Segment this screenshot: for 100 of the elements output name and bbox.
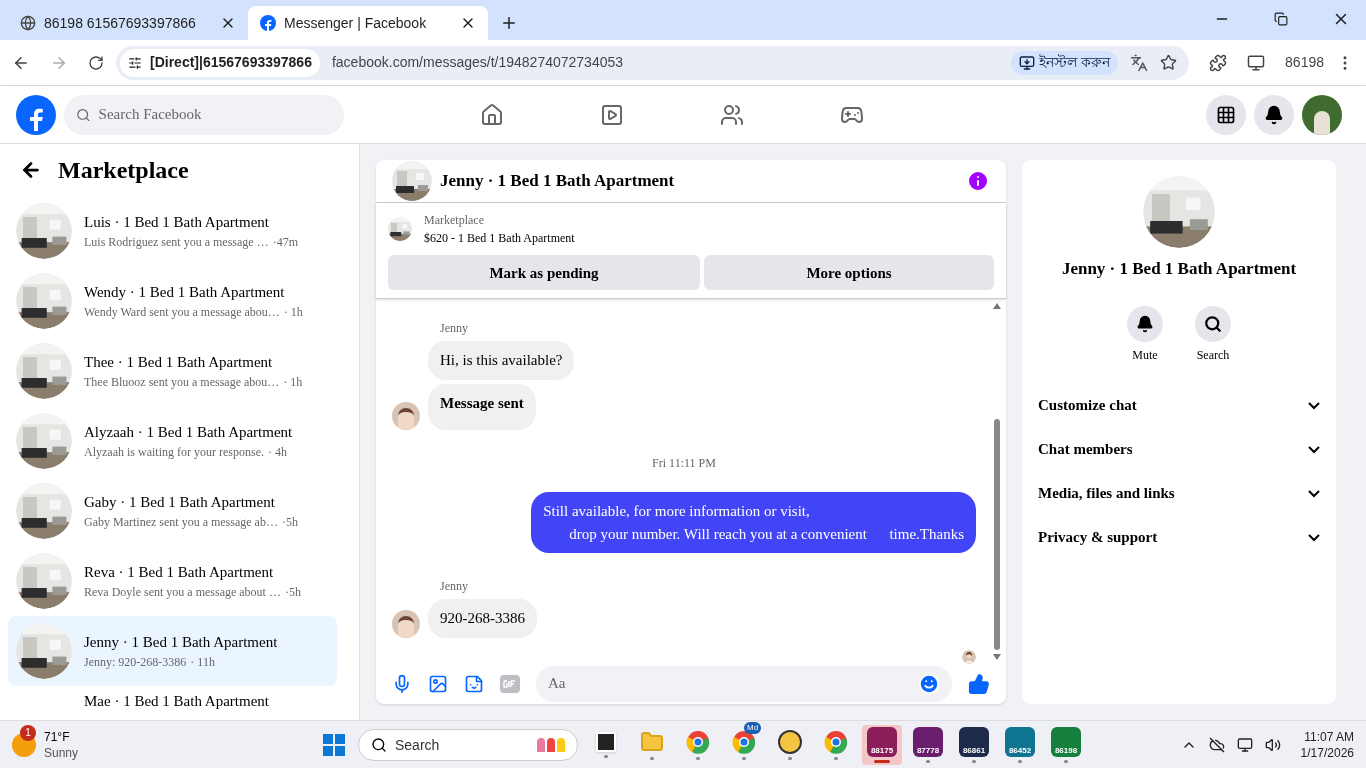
tab-title: Messenger | Facebook [284,13,428,33]
browser-tab[interactable]: 86198 61567693397866 [8,6,248,40]
conversation-title: Wendy · 1 Bed 1 Bath Apartment [84,282,286,302]
windows-start-icon[interactable] [322,732,346,757]
volume-icon[interactable] [1264,736,1281,753]
grid-icon [1216,104,1236,125]
groups-icon[interactable] [720,102,744,127]
scroll-up-icon[interactable] [993,303,1001,310]
home-icon[interactable] [480,102,504,127]
clock-time[interactable]: 11:07 AM [1304,728,1354,745]
scroll-down-icon[interactable] [993,653,1001,660]
notifications-button[interactable] [1254,94,1294,135]
translate-icon[interactable] [1130,53,1149,72]
microphone-icon[interactable] [392,673,412,694]
reload-icon[interactable] [88,54,104,71]
profile-app-icon: 88175 [867,726,897,757]
site-name: [Direct]|61567693397866 [150,53,312,72]
profile-badge: Md [744,721,762,734]
profile-app-icon: 86452 [1005,726,1035,757]
bell-icon [1136,314,1154,333]
cloud-off-icon[interactable] [1208,736,1225,753]
conversation-title: Jenny · 1 Bed 1 Bath Apartment [84,632,278,652]
conversation-item[interactable]: Reva · 1 Bed 1 Bath Apartment Reva Doyle sent you a message about … ·5h [8,546,337,616]
chevron-down-icon [1308,401,1320,410]
browser-icon [732,729,756,754]
details-section-header[interactable]: Privacy & support [1038,515,1320,560]
search-button[interactable] [1195,305,1231,342]
taskbar-search-field[interactable]: Search [395,729,529,760]
profile-label[interactable]: 86198 [1285,52,1324,73]
conversation-item[interactable]: Mae · 1 Bed 1 Bath Apartment [8,686,337,716]
conversation-item[interactable]: Luis · 1 Bed 1 Bath Apartment Luis Rodriguez sent you a message … ·47m [8,196,337,266]
details-section-header[interactable]: Chat members [1038,427,1320,472]
facebook-logo[interactable] [16,94,56,135]
search-field[interactable]: Search Facebook [98,94,332,135]
profile-app-icon: 86861 [959,726,989,757]
install-button[interactable]: ইনস্টল করুন [1010,50,1119,75]
details-section-header[interactable]: Media, files and links [1038,471,1320,516]
message-preview: Wendy Ward sent you a message abou… [84,304,280,322]
facebook-icon [260,15,276,31]
message-preview: Luis Rodriguez sent you a message … [84,234,269,252]
sidebar-title: Marketplace [58,156,189,185]
taskbar-app[interactable]: 87778 [908,724,948,765]
conversation-title: Reva · 1 Bed 1 Bath Apartment [84,562,275,582]
conversation-title: Gaby · 1 Bed 1 Bath Apartment [84,492,276,512]
search-bar[interactable]: Search Facebook [64,94,344,135]
temperature: 71°F [44,728,71,745]
profile-app-icon: 86198 [1051,726,1081,757]
listing-action-button[interactable]: Mark as pending [388,255,700,291]
message-time: ·5h [281,514,298,532]
like-icon[interactable] [968,672,990,695]
photo-icon[interactable] [428,673,448,694]
conversation-item[interactable]: Gaby · 1 Bed 1 Bath Apartment Gaby Martinez sent you a message ab… ·5h [8,476,337,546]
taskbar-app[interactable]: 86452 [1000,724,1040,765]
taskbar-app[interactable]: 88175 [862,724,902,765]
details-section-header[interactable]: Customize chat [1038,383,1320,428]
taskbar-search-bar[interactable]: Search [358,728,578,761]
site-chip[interactable]: [Direct]|61567693397866 [120,48,320,77]
conversation-item[interactable]: Wendy · 1 Bed 1 Bath Apartment Wendy Ward sent you a message abou… · 1h [8,266,337,336]
action-label: Search [1196,346,1230,364]
message-preview: Gaby Martinez sent you a message ab… [84,514,278,532]
details-title: Jenny · 1 Bed 1 Bath Apartment [1061,258,1297,280]
taskbar-app[interactable]: 86198 [1046,724,1086,765]
bookmark-star-icon[interactable] [1160,54,1178,71]
site-settings-icon [128,55,142,70]
message-preview: Jenny: 920-268-3386 [84,654,187,672]
apps-menu-button[interactable] [1206,94,1246,135]
listing-action-button[interactable]: More options [704,255,994,291]
message-time: · 4h [267,444,287,462]
conversation-item[interactable]: Thee · 1 Bed 1 Bath Apartment Thee Bluooz sent you a message abou… · 1h [8,336,337,406]
conversation-item[interactable]: Jenny · 1 Bed 1 Bath Apartment Jenny: 920-268-3386 · 11h [8,616,337,686]
mute-button[interactable] [1127,305,1163,342]
conversation-title: Luis · 1 Bed 1 Bath Apartment [84,212,270,232]
conversation-item[interactable]: Alyzaah · 1 Bed 1 Bath Apartment Alyzaah is waiting for your response. · 4h [8,406,337,476]
weather-condition: Sunny [44,744,79,761]
video-icon[interactable] [600,102,624,127]
browser-tab[interactable]: Messenger | Facebook [248,6,488,40]
listing-title: $620 - 1 Bed 1 Bath Apartment [424,230,575,248]
emoji-icon[interactable] [918,672,940,695]
chevron-down-icon [1308,533,1320,542]
clock-date[interactable]: 1/17/2026 [1300,744,1354,761]
search-icon [76,106,91,123]
taskbar-app[interactable]: 86861 [954,724,994,765]
chevron-down-icon [1308,445,1320,454]
globe-icon [20,15,36,31]
back-icon[interactable] [20,159,42,181]
profile-avatar[interactable] [1302,94,1342,135]
browser-icon [824,729,848,754]
address-bar[interactable]: [Direct]|61567693397866 facebook.com/messages/t/1948274072734053 ইনস্টল করুন [116,45,1190,80]
message-timestamp: Fri 11:11 PM [652,455,716,473]
restore-icon[interactable] [1274,12,1288,26]
app-icon [778,729,802,754]
new-tab-icon[interactable] [500,14,518,32]
notification-badge: 1 [20,724,36,741]
extensions-icon[interactable] [1209,53,1228,72]
taskbar-app[interactable]: Md [724,724,764,765]
sticker-icon[interactable] [464,673,484,694]
message-time: ·5h [284,584,301,602]
avatar-figure [962,649,976,664]
outgoing-message: Still available, for more information or visit, drop your number. Will reach you at a convenient time.Thanks [531,492,976,554]
action-label: Mute [1132,346,1158,364]
